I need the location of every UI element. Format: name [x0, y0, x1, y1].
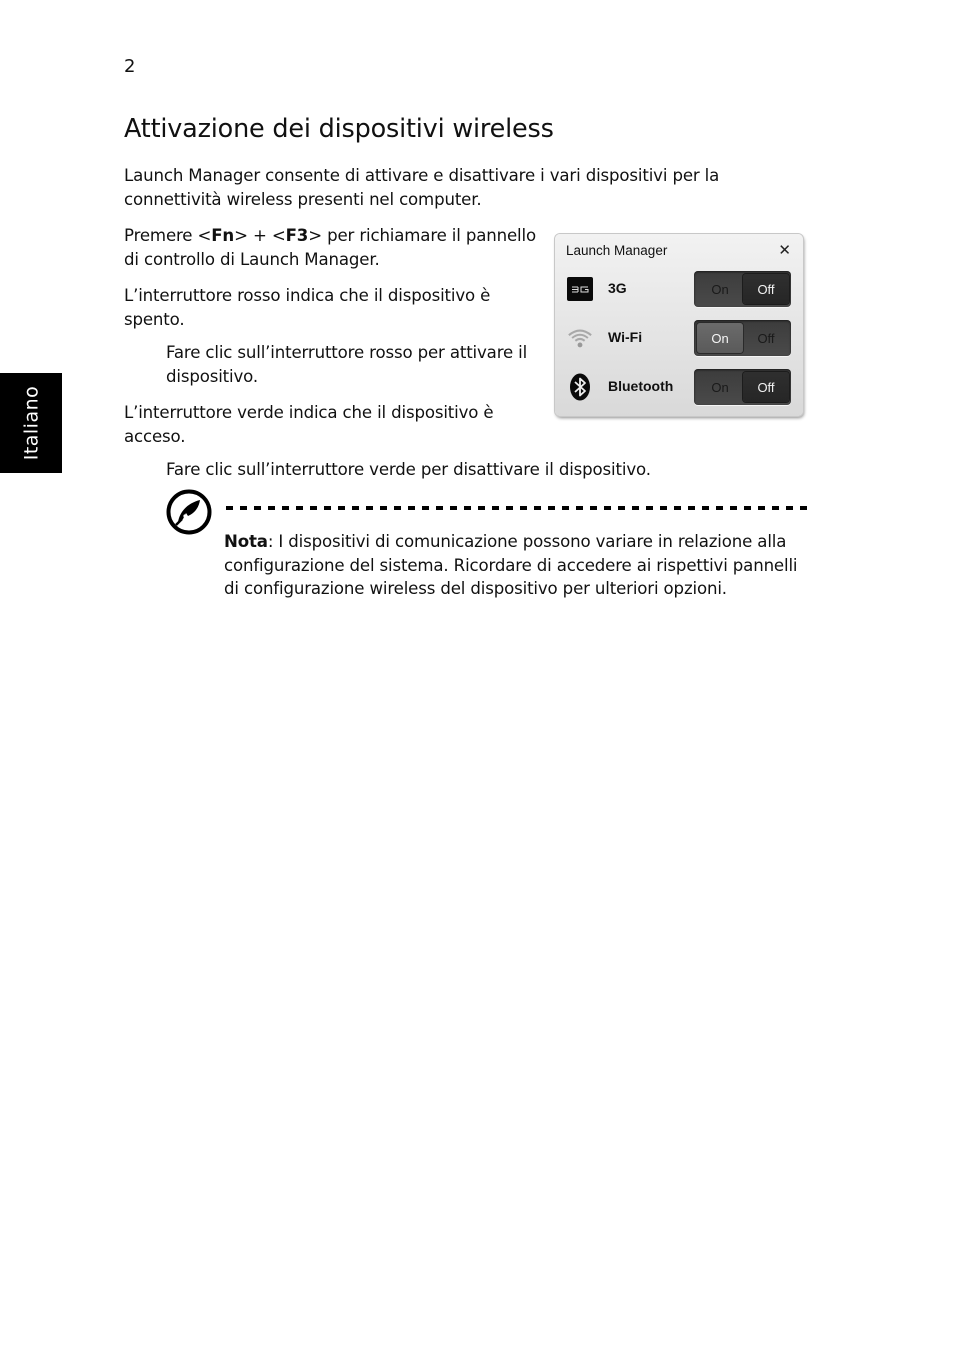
- device-label: 3G: [608, 280, 627, 296]
- green-switch-paragraph: L’interruttore verde indica che il dispo…: [124, 403, 494, 446]
- device-row-3g: 3G On Off: [555, 271, 803, 307]
- note-label: Nota: [224, 532, 268, 551]
- note-pen-icon: [166, 489, 212, 535]
- red-switch-paragraph: L’interruttore rosso indica che il dispo…: [124, 286, 491, 329]
- hotkey-prefix: Premere <: [124, 226, 212, 245]
- toggle-off-option[interactable]: Off: [743, 372, 789, 402]
- hotkey-paragraph: Premere <Fn> + <F3> per richiamare il pa…: [124, 224, 544, 271]
- toggle-on-option[interactable]: On: [697, 372, 743, 402]
- 3g-toggle[interactable]: On Off: [694, 271, 791, 307]
- close-icon[interactable]: ✕: [778, 241, 791, 259]
- hotkey-fn: Fn: [211, 226, 235, 245]
- device-row-wifi: Wi-Fi On Off: [555, 320, 803, 356]
- section-title: Attivazione dei dispositivi wireless: [124, 114, 554, 144]
- launch-manager-panel: Launch Manager ✕ 3G On Off Wi-Fi On Off …: [555, 234, 803, 416]
- device-label: Bluetooth: [608, 378, 674, 394]
- red-switch-action: Fare clic sull’interruttore rosso per at…: [166, 343, 528, 386]
- hotkey-f3: F3: [285, 226, 309, 245]
- page-number: 2: [124, 56, 136, 77]
- intro-paragraph: Launch Manager consente di attivare e di…: [124, 166, 720, 209]
- bluetooth-toggle[interactable]: On Off: [694, 369, 791, 405]
- device-row-bluetooth: Bluetooth On Off: [555, 369, 803, 405]
- language-side-tab: Italiano: [0, 373, 62, 473]
- toggle-off-option[interactable]: Off: [743, 274, 789, 304]
- note-text: : I dispositivi di comunicazione possono…: [224, 532, 798, 598]
- toggle-on-option[interactable]: On: [697, 274, 743, 304]
- wifi-toggle[interactable]: On Off: [694, 320, 791, 356]
- note-divider: [226, 506, 810, 510]
- toggle-off-option[interactable]: Off: [743, 323, 789, 353]
- language-side-tab-label: Italiano: [20, 385, 43, 461]
- note-paragraph: Nota: I dispositivi di comunicazione pos…: [224, 530, 814, 601]
- hotkey-middle: > + <: [234, 226, 286, 245]
- wifi-icon: [567, 325, 593, 351]
- 3g-icon: [567, 276, 593, 302]
- launch-manager-title: Launch Manager: [566, 243, 668, 258]
- green-switch-action: Fare clic sull’interruttore verde per di…: [166, 460, 651, 479]
- device-label: Wi-Fi: [608, 329, 643, 345]
- bluetooth-icon: [567, 373, 593, 401]
- toggle-on-option[interactable]: On: [697, 323, 743, 353]
